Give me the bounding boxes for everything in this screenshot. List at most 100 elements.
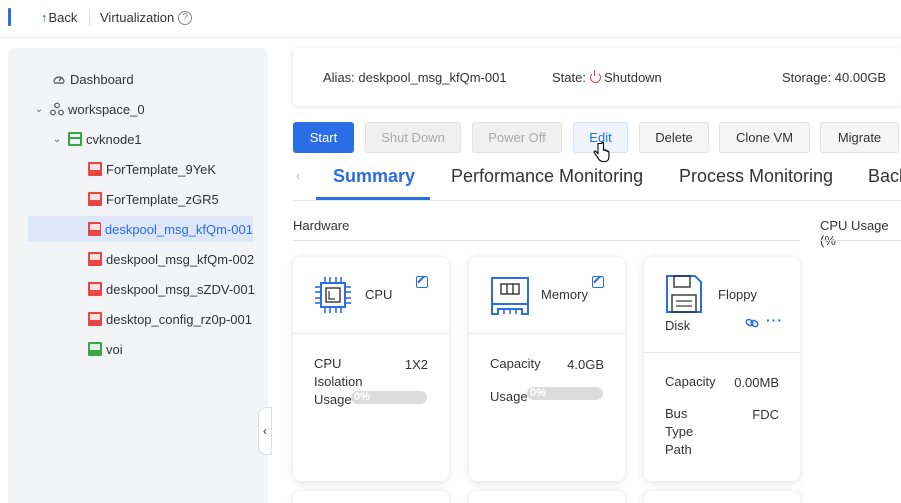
tree-item-vm-selected[interactable]: deskpool_msg_kfQm-001	[28, 216, 253, 242]
chevron-left-icon: ‹	[263, 424, 267, 438]
card-divider	[293, 333, 449, 334]
vm-stopped-icon	[88, 252, 102, 266]
tree-item-vm[interactable]: desktop_config_rz0p-001	[88, 306, 252, 332]
hardware-card	[644, 491, 800, 503]
type-label: Type	[665, 424, 694, 439]
cluster-icon	[50, 102, 64, 116]
hardware-section-title: Hardware	[293, 218, 350, 233]
cpu-usage-section-rule	[820, 240, 901, 241]
tree-item-label: voi	[106, 341, 123, 357]
state-label: State:	[552, 70, 586, 85]
delete-button[interactable]: Delete	[639, 122, 709, 153]
cpu-card: CPU CPU 1X2 Isolation Usage 0%	[293, 257, 449, 481]
tree-item-vm[interactable]: deskpool_msg_sZDV-001	[88, 276, 255, 302]
capacity-value: 0.00MB	[734, 375, 779, 390]
accent-bar	[8, 8, 11, 26]
tab-performance-monitoring[interactable]: Performance Monitoring	[451, 166, 643, 187]
tree-item-vm[interactable]: voi	[88, 336, 123, 362]
cpu-label: CPU	[314, 356, 342, 371]
card-divider	[469, 333, 625, 334]
tree-item-label: ForTemplate_9YeK	[106, 161, 217, 177]
capacity-value: 4.0GB	[567, 357, 604, 372]
card-divider	[644, 352, 800, 353]
memory-card: Memory Capacity 4.0GB Usage 0%	[469, 257, 625, 481]
memory-usage-text: 0%	[530, 387, 546, 399]
more-options-icon[interactable]: ···	[766, 313, 783, 327]
power-icon	[589, 70, 601, 83]
chevron-down-icon[interactable]: ⌄	[34, 104, 44, 115]
sidebar-collapse-button[interactable]: ‹	[258, 407, 272, 455]
vm-stopped-icon	[88, 222, 101, 236]
floppy-card: Floppy Disk ··· Capacity 0.00MB Bus FDC …	[644, 257, 800, 481]
vm-stopped-icon	[88, 282, 102, 296]
tree-item-label: cvknode1	[86, 131, 142, 147]
memory-icon	[489, 275, 531, 320]
tree-item-label: deskpool_msg_sZDV-001	[106, 281, 255, 297]
capacity-label: Capacity	[490, 356, 541, 371]
floppy-disk-icon	[664, 273, 704, 318]
bus-value: FDC	[752, 407, 779, 422]
tab-backup[interactable]: Back	[868, 166, 901, 187]
migrate-button[interactable]: Migrate	[820, 122, 899, 153]
tree-item-label: deskpool_msg_kfQm-001	[104, 221, 253, 237]
clone-vm-button[interactable]: Clone VM	[719, 122, 810, 153]
storage-value: 40.00GB	[834, 70, 887, 85]
shutdown-button[interactable]: Shut Down	[365, 122, 461, 153]
tab-divider	[293, 200, 901, 201]
path-label: Path	[665, 442, 692, 457]
memory-card-title: Memory	[541, 287, 588, 302]
isolation-label: Isolation	[314, 374, 363, 389]
back-label: Back	[48, 10, 78, 25]
tree-item-vm[interactable]: ForTemplate_9YeK	[88, 156, 216, 182]
help-icon[interactable]: ?	[178, 10, 193, 25]
cpu-chip-icon	[314, 276, 352, 317]
floppy-card-title: Floppy	[718, 287, 758, 302]
hardware-card	[469, 491, 625, 503]
active-tab-indicator	[316, 197, 430, 200]
edit-icon[interactable]	[416, 276, 428, 288]
usage-label: Usage	[490, 389, 528, 404]
vm-info-bar: Alias: deskpool_msg_kfQm-001 State: Shut…	[293, 48, 901, 106]
link-icon[interactable]	[745, 317, 759, 328]
tree-item-vm[interactable]: ForTemplate_zGR5	[88, 186, 219, 212]
tree-item-label: ForTemplate_zGR5	[106, 191, 219, 207]
back-arrow-icon: ↑	[41, 10, 48, 25]
tree-item-host[interactable]: ⌄ cvknode1	[52, 126, 142, 152]
storage-field: Storage: 40.00GB	[782, 70, 886, 85]
vm-stopped-icon	[88, 192, 102, 206]
hardware-section-rule	[293, 240, 800, 241]
tree-item-vm[interactable]: deskpool_msg_kfQm-002	[88, 246, 254, 272]
cpu-usage-section-title: CPU Usage (%	[820, 218, 889, 248]
page-title: Virtualization ?	[100, 10, 193, 25]
tree-item-dashboard[interactable]: Dashboard	[52, 66, 134, 92]
state-value: Shutdown	[603, 70, 662, 85]
poweroff-button[interactable]: Power Off	[472, 122, 562, 153]
cpu-usage-bar: 0%	[351, 391, 427, 404]
state-field: State: Shutdown	[552, 70, 662, 85]
usage-label: Usage	[314, 392, 352, 407]
cpu-value: 1X2	[404, 357, 428, 372]
tabs-prev-icon[interactable]: ‹	[296, 168, 300, 183]
vm-stopped-icon	[88, 162, 102, 176]
edit-icon[interactable]	[592, 276, 604, 288]
alias-label: Alias:	[323, 70, 355, 85]
back-button[interactable]: ↑ Back	[41, 10, 77, 25]
resource-tree: Dashboard ⌄ workspace_0 ⌄ cvknode1 ForTe…	[8, 48, 268, 503]
storage-label: Storage:	[782, 70, 832, 85]
tree-item-label: deskpool_msg_kfQm-002	[106, 251, 255, 267]
start-button[interactable]: Start	[293, 122, 354, 153]
cpu-usage-text: 0%	[354, 391, 370, 403]
capacity-label: Capacity	[665, 374, 716, 389]
vm-stopped-icon	[88, 312, 102, 326]
tree-item-label: Dashboard	[70, 71, 134, 87]
chevron-down-icon[interactable]: ⌄	[52, 134, 62, 145]
floppy-card-title-continued: Disk	[665, 318, 691, 333]
tree-item-label: workspace_0	[68, 101, 145, 117]
tab-process-monitoring[interactable]: Process Monitoring	[679, 166, 833, 187]
tree-item-workspace[interactable]: ⌄ workspace_0	[34, 96, 145, 122]
tab-summary[interactable]: Summary	[333, 166, 415, 187]
tree-item-label: desktop_config_rz0p-001	[106, 311, 252, 327]
memory-usage-bar: 0%	[527, 387, 603, 400]
hand-cursor-icon	[592, 141, 610, 164]
page-title-text: Virtualization	[100, 10, 175, 25]
